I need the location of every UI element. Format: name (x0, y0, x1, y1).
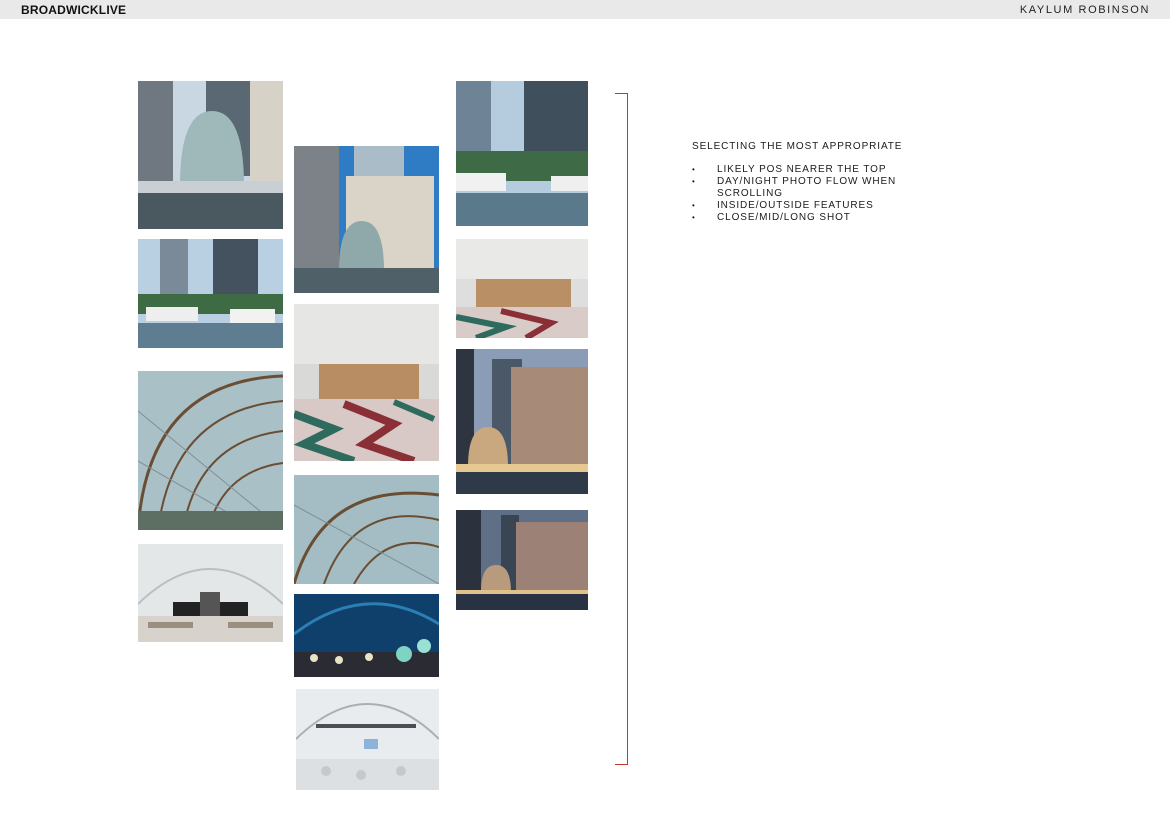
photo-evening-event-blue[interactable] (294, 594, 439, 677)
notes-heading: SELECTING THE MOST APPROPRIATE (692, 141, 903, 152)
photo-conference-setup-white[interactable] (296, 689, 439, 790)
photo-towers-dusk[interactable] (456, 349, 588, 494)
photo-office-tower-blue-sky[interactable] (294, 146, 439, 293)
selection-bracket (615, 93, 628, 765)
photo-glass-arch-interior[interactable] (138, 371, 283, 530)
top-bar: BROADWICKLIVE KAYLUM ROBINSON (0, 0, 1170, 19)
photo-empty-hall-floor[interactable] (456, 239, 588, 338)
list-item: INSIDE/OUTSIDE FEATURES (692, 200, 922, 212)
notes-list: LIKELY POS NEARER THE TOP DAY/NIGHT PHOT… (692, 164, 922, 224)
photo-riverside-night[interactable] (456, 510, 588, 610)
photo-glass-arch-detail[interactable] (294, 475, 439, 584)
photo-yachts-river-towers[interactable] (456, 81, 588, 226)
photo-exterior-dome-day[interactable] (138, 81, 283, 229)
photo-yachts-dock[interactable] (138, 239, 283, 348)
list-item: DAY/NIGHT PHOTO FLOW WHEN SCROLLING (692, 176, 922, 200)
brand-logo: BROADWICKLIVE (21, 3, 127, 17)
photo-event-hall-seating[interactable] (138, 544, 283, 642)
notes-panel: SELECTING THE MOST APPROPRIATE LIKELY PO… (692, 141, 922, 224)
photo-hall-zigzag-floor[interactable] (294, 304, 439, 461)
list-item: CLOSE/MID/LONG SHOT (692, 212, 922, 224)
author-name: KAYLUM ROBINSON (1019, 4, 1150, 16)
list-item: LIKELY POS NEARER THE TOP (692, 164, 922, 176)
